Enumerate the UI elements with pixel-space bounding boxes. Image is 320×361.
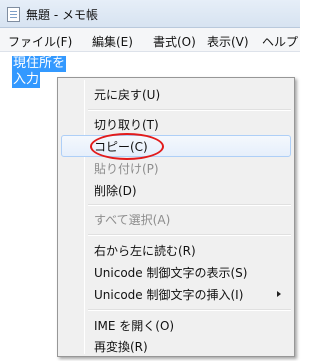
menu-separator <box>88 204 291 206</box>
menu-item-label: IME を開く(O) <box>94 319 175 333</box>
menu-separator <box>88 109 291 111</box>
window-title: 無題 - メモ帳 <box>26 8 98 22</box>
menu-view[interactable]: 表示(V) <box>207 33 249 50</box>
menu-item-cut[interactable]: 切り取り(T) <box>61 113 291 135</box>
selected-text-line[interactable]: 入力 <box>12 72 41 88</box>
menu-item-reconvert[interactable]: 再変換(R) <box>61 335 291 357</box>
menu-item-open-ime[interactable]: IME を開く(O) <box>61 314 291 336</box>
submenu-arrow-icon <box>277 291 281 297</box>
menu-item-show-unicode-control[interactable]: Unicode 制御文字の表示(S) <box>61 261 291 283</box>
menu-item-label: すべて選択(A) <box>94 213 171 227</box>
context-menu: 元に戻す(U) 切り取り(T) コピー(C) 貼り付け(P) 削除(D) すべて… <box>57 77 295 357</box>
menu-item-rtl-reading[interactable]: 右から左に読む(R) <box>61 239 291 261</box>
title-bar[interactable]: 無題 - メモ帳 <box>0 0 300 28</box>
menu-format[interactable]: 書式(O) <box>153 33 196 50</box>
menu-item-label: 右から左に読む(R) <box>94 244 196 258</box>
menu-item-delete[interactable]: 削除(D) <box>61 179 291 201</box>
menu-item-label: Unicode 制御文字の表示(S) <box>94 266 248 280</box>
menu-item-copy[interactable]: コピー(C) <box>61 133 291 160</box>
menu-item-label: コピー(C) <box>94 140 148 154</box>
menu-item-label: 再変換(R) <box>94 340 148 354</box>
menu-help[interactable]: ヘルプ <box>262 33 298 50</box>
menu-item-label: 切り取り(T) <box>94 118 159 132</box>
menu-item-undo[interactable]: 元に戻す(U) <box>61 83 291 105</box>
menu-item-insert-unicode-control[interactable]: Unicode 制御文字の挿入(I) <box>61 283 291 305</box>
menu-item-label: Unicode 制御文字の挿入(I) <box>94 288 244 302</box>
menu-item-paste: 貼り付け(P) <box>61 157 291 179</box>
menu-file[interactable]: ファイル(F) <box>8 33 72 50</box>
menu-separator <box>88 309 291 311</box>
menu-bar: ファイル(F) 編集(E) 書式(O) 表示(V) ヘルプ <box>0 28 300 52</box>
menu-item-label: 貼り付け(P) <box>94 162 159 176</box>
menu-item-select-all: すべて選択(A) <box>61 208 291 230</box>
notepad-icon <box>7 7 20 22</box>
menu-item-label: 削除(D) <box>94 184 137 198</box>
menu-separator <box>88 234 291 236</box>
selected-text-line[interactable]: 現住所を <box>12 56 67 72</box>
notepad-window: 無題 - メモ帳 ファイル(F) 編集(E) 書式(O) 表示(V) ヘルプ 現… <box>0 0 300 361</box>
menu-edit[interactable]: 編集(E) <box>92 33 133 50</box>
menu-item-label: 元に戻す(U) <box>94 88 161 102</box>
